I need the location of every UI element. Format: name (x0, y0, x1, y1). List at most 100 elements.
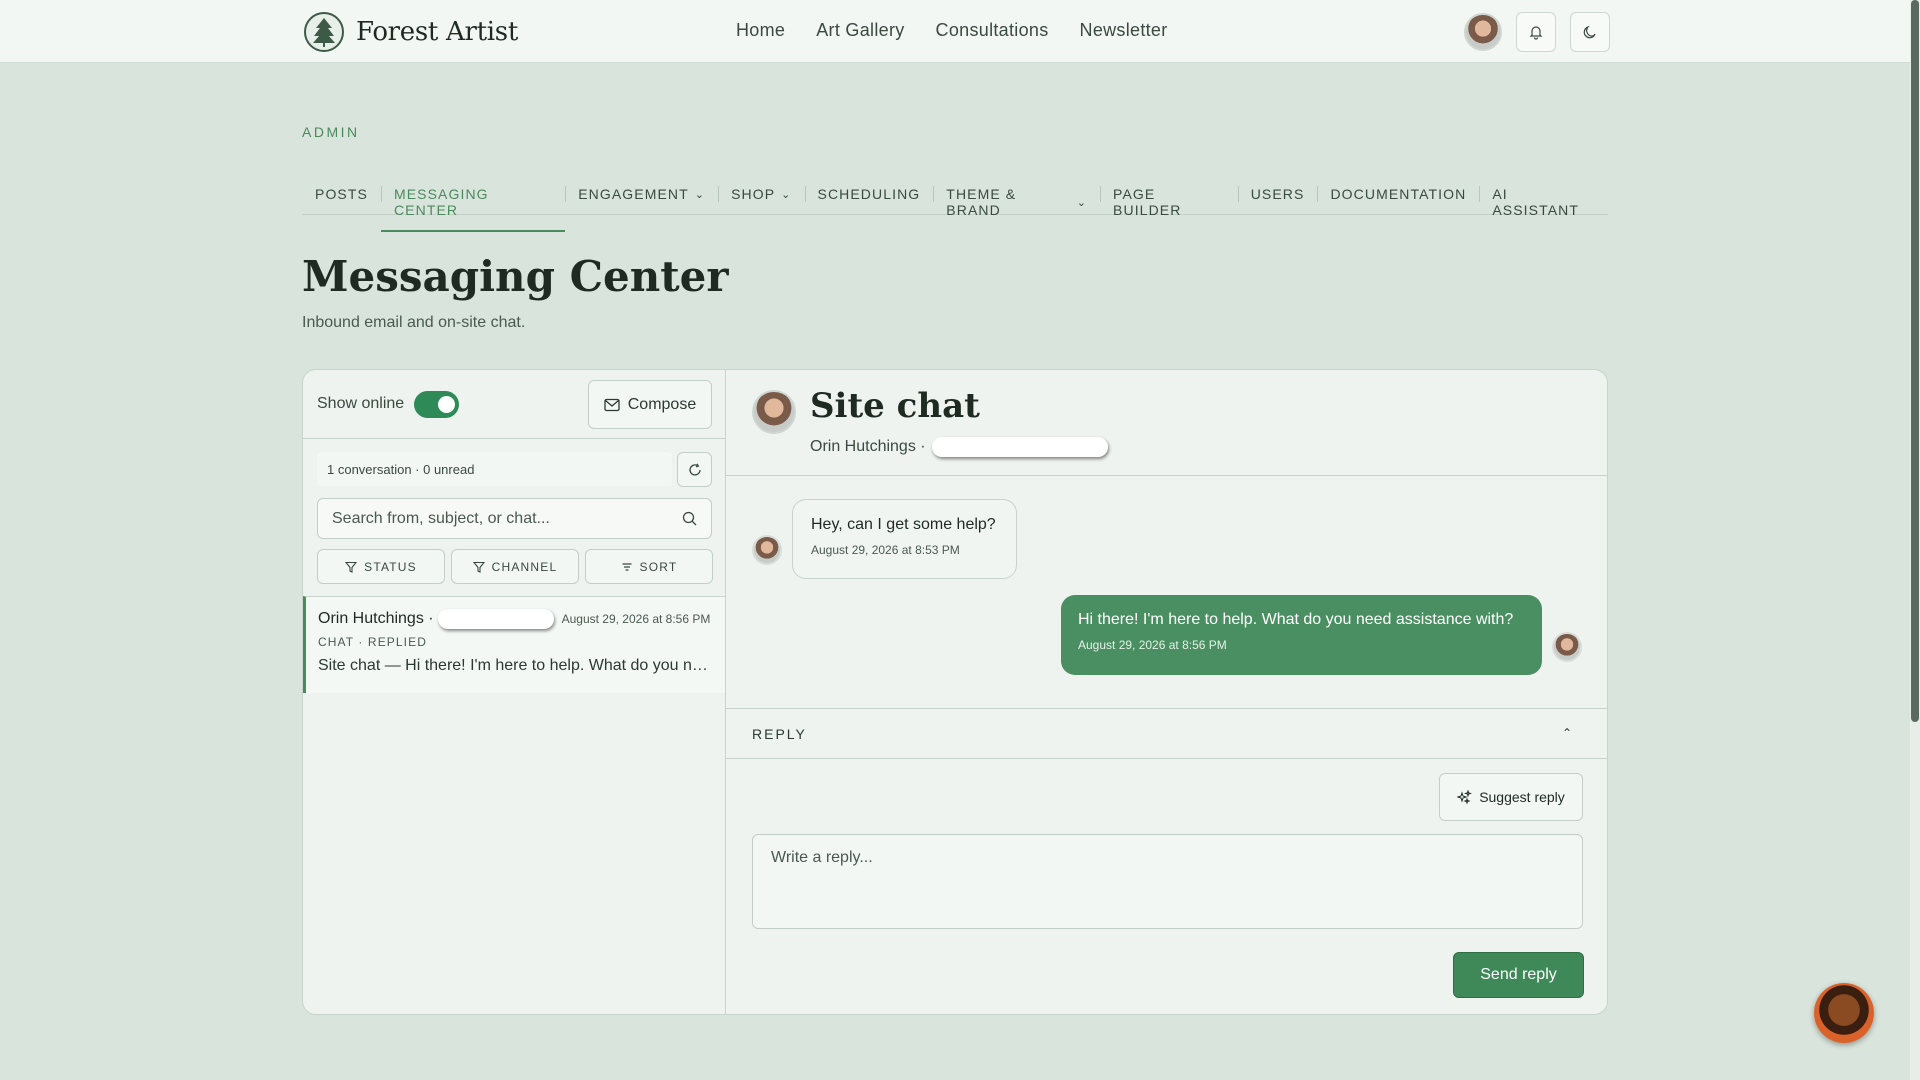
redacted-email (931, 437, 1108, 457)
bell-icon (1529, 26, 1543, 40)
chat-title: Site chat (810, 386, 980, 426)
channel-filter-button[interactable]: CHANNEL (451, 549, 579, 584)
chat-header: Site chat Orin Hutchings · (726, 370, 1607, 476)
redacted-email (437, 609, 554, 629)
conversation-count: 1 conversation · 0 unread (317, 452, 672, 486)
compose-button[interactable]: Compose (588, 380, 712, 429)
sort-label: SORT (639, 559, 678, 574)
scrollbar-thumb[interactable] (1911, 0, 1919, 722)
page-title: Messaging Center (302, 252, 729, 301)
tab-label: SHOP (731, 186, 776, 202)
message-text: Hey, can I get some help? (811, 516, 996, 533)
tab-users[interactable]: USERS (1237, 172, 1318, 214)
pine-tree-icon (304, 12, 344, 52)
conversation-preview: Site chat — Hi there! I'm here to help. … (318, 657, 712, 674)
filter-icon (345, 561, 358, 573)
status-filter-label: STATUS (364, 559, 417, 574)
theme-toggle-button[interactable] (1570, 12, 1610, 52)
refresh-icon (688, 462, 701, 476)
tab-label: ENGAGEMENT (578, 186, 689, 202)
conversation-sender: Orin Hutchings · (318, 610, 434, 627)
show-online-toggle[interactable] (414, 391, 459, 418)
reply-header-label: REPLY (752, 726, 807, 742)
brand-name: Forest Artist (356, 17, 519, 47)
sort-button[interactable]: SORT (585, 549, 713, 584)
main-nav: Home Art Gallery Consultations Newslette… (736, 20, 1168, 41)
tab-label: POSTS (315, 186, 368, 202)
tab-label: DOCUMENTATION (1330, 186, 1467, 202)
chat-sender-name: Orin Hutchings · (810, 438, 926, 455)
message-time: August 29, 2026 at 8:53 PM (811, 543, 960, 557)
top-actions (1464, 12, 1610, 52)
envelope-icon (604, 398, 620, 411)
search-icon (682, 511, 697, 526)
reply-textarea[interactable] (752, 834, 1583, 929)
suggest-reply-label: Suggest reply (1479, 789, 1565, 805)
brand[interactable]: Forest Artist (304, 12, 518, 52)
nav-consultations[interactable]: Consultations (936, 20, 1049, 41)
send-reply-button[interactable]: Send reply (1453, 952, 1584, 998)
sparkles-icon (1457, 789, 1473, 805)
tab-label: MESSAGING CENTER (393, 186, 489, 218)
tab-shop[interactable]: SHOP ⌄ (718, 172, 804, 214)
chat-panel: Site chat Orin Hutchings · Hey, can I ge… (726, 370, 1607, 1014)
refresh-button[interactable] (677, 452, 712, 487)
tab-messaging-center[interactable]: MESSAGING CENTER (380, 172, 566, 232)
moon-icon (1583, 25, 1596, 39)
reply-section-toggle[interactable]: REPLY ⌃ (726, 708, 1607, 759)
filter-bar: STATUS CHANNEL SORT (317, 549, 713, 584)
tab-label: PAGE BUILDER (1113, 186, 1182, 218)
admin-avatar (1552, 632, 1582, 662)
nav-home[interactable]: Home (736, 20, 785, 41)
tab-documentation[interactable]: DOCUMENTATION (1317, 172, 1479, 214)
sort-icon (622, 562, 632, 571)
show-online-label: Show online (317, 395, 405, 412)
sidebar-header: Show online Compose (303, 370, 725, 439)
notifications-button[interactable] (1516, 12, 1556, 52)
status-filter-button[interactable]: STATUS (317, 549, 445, 584)
message-time: August 29, 2026 at 8:56 PM (1078, 638, 1227, 652)
chevron-down-icon: ⌄ (1076, 196, 1088, 209)
conversation-tags: CHAT · REPLIED (318, 635, 427, 649)
tab-label: AI ASSISTANT (1492, 186, 1579, 218)
contact-avatar (752, 535, 782, 565)
tab-theme-brand[interactable]: THEME & BRAND ⌄ (933, 172, 1100, 230)
suggest-reply-button[interactable]: Suggest reply (1439, 773, 1583, 821)
chat-sender-line: Orin Hutchings · (810, 437, 1108, 457)
tab-label: USERS (1250, 186, 1305, 202)
search-input[interactable] (332, 509, 662, 528)
messaging-panel: Show online Compose 1 conversation · 0 u… (302, 369, 1608, 1015)
filter-icon (472, 561, 485, 573)
contact-avatar (752, 390, 796, 434)
tab-ai-assistant[interactable]: AI ASSISTANT (1479, 172, 1608, 230)
page-scrollbar[interactable] (1910, 0, 1920, 1080)
tab-label: SCHEDULING (817, 186, 921, 202)
nav-art-gallery[interactable]: Art Gallery (816, 20, 904, 41)
message-text: Hi there! I'm here to help. What do you … (1078, 611, 1514, 628)
message-thread: Hey, can I get some help? August 29, 202… (726, 477, 1607, 708)
admin-tabs: POSTS MESSAGING CENTER ENGAGEMENT ⌄ SHOP ⌄… (302, 172, 1608, 232)
chevron-up-icon: ⌃ (1561, 726, 1574, 740)
page-subtitle: Inbound email and on-site chat. (302, 314, 526, 331)
tab-label: THEME & BRAND (946, 186, 1017, 218)
admin-label: ADMIN (302, 124, 360, 140)
chevron-down-icon: ⌄ (781, 188, 792, 201)
send-reply-label: Send reply (1480, 966, 1557, 983)
compose-label: Compose (627, 395, 697, 413)
top-navbar: Forest Artist Home Art Gallery Consultat… (0, 0, 1910, 63)
channel-filter-label: CHANNEL (491, 559, 558, 574)
user-avatar[interactable] (1464, 13, 1502, 51)
conversation-time: August 29, 2026 at 8:56 PM (561, 612, 711, 626)
chevron-down-icon: ⌄ (694, 188, 706, 201)
incoming-message: Hey, can I get some help? August 29, 202… (792, 499, 1017, 579)
search-field (317, 498, 712, 539)
tab-scheduling[interactable]: SCHEDULING (804, 172, 934, 214)
outgoing-message: Hi there! I'm here to help. What do you … (1061, 595, 1542, 675)
nav-newsletter[interactable]: Newsletter (1080, 20, 1168, 41)
tab-engagement[interactable]: ENGAGEMENT ⌄ (565, 172, 718, 214)
conversation-sidebar: Show online Compose 1 conversation · 0 u… (303, 370, 726, 1014)
tab-posts[interactable]: POSTS (302, 172, 381, 214)
chat-assistant-avatar[interactable] (1814, 983, 1874, 1043)
tab-page-builder[interactable]: PAGE BUILDER (1100, 172, 1238, 230)
conversation-list-item[interactable]: Orin Hutchings · August 29, 2026 at 8:56… (303, 596, 725, 693)
